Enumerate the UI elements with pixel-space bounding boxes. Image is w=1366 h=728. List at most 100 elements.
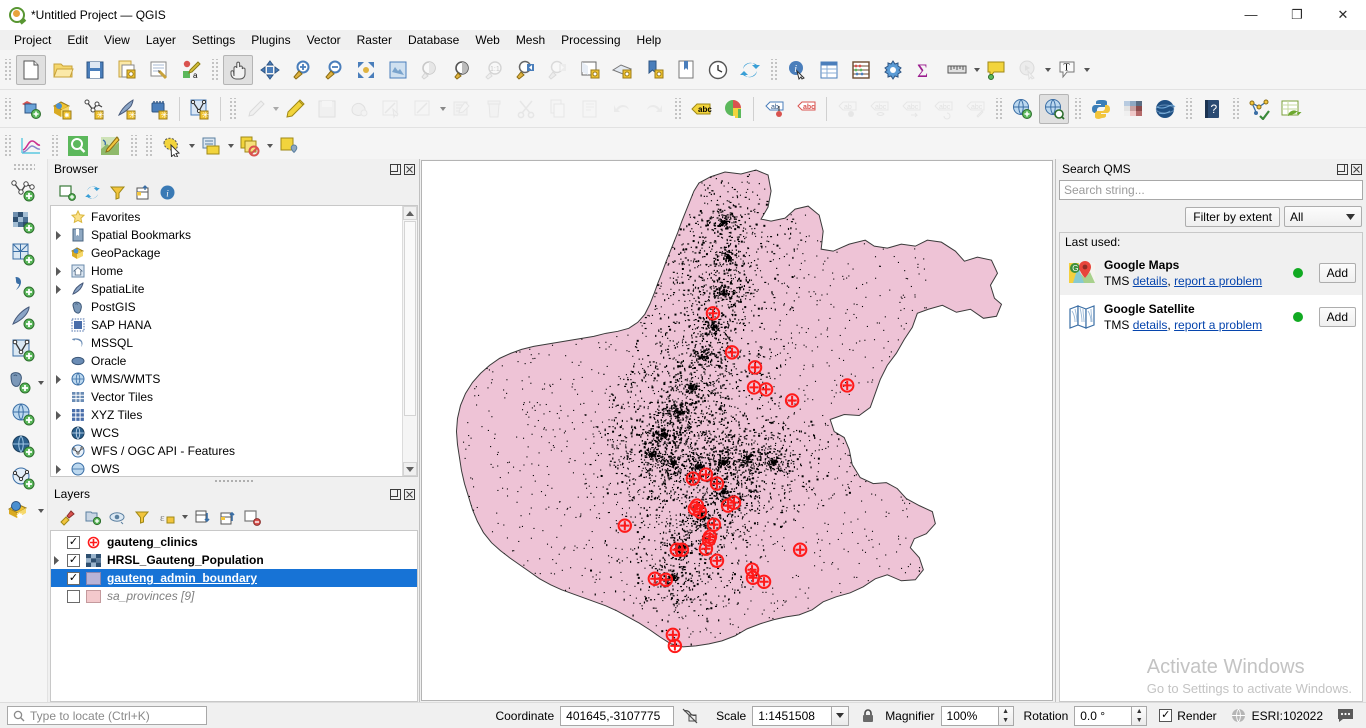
new-virtual-layer-button[interactable]: ✳ [185, 94, 215, 124]
new-project-button[interactable] [16, 54, 46, 85]
menu-web[interactable]: Web [467, 31, 507, 49]
qms-magnifier-button[interactable] [63, 131, 93, 161]
qms-add-button[interactable]: Add [1318, 263, 1356, 283]
options-button[interactable] [878, 55, 908, 85]
zoom-to-selection-button[interactable] [383, 55, 413, 85]
move-label-button[interactable]: abc [896, 94, 926, 124]
filter-legend-button[interactable] [131, 506, 153, 528]
add-mesh-layer-button[interactable] [7, 239, 41, 271]
menu-plugins[interactable]: Plugins [243, 31, 298, 49]
toolbar-grip-icon[interactable] [228, 97, 237, 120]
menu-view[interactable]: View [96, 31, 138, 49]
browser-item-spatialite[interactable]: SpatiaLite [51, 280, 417, 298]
filter-legend-expression-button[interactable]: ε [156, 506, 178, 528]
refresh-map-button[interactable] [735, 55, 765, 85]
measure-line-button[interactable] [942, 55, 972, 85]
style-manager-button[interactable]: a [176, 55, 206, 85]
scroll-down-icon[interactable] [403, 462, 417, 476]
zoom-out-button[interactable] [319, 55, 349, 85]
toolbar-grip-icon[interactable] [3, 97, 12, 120]
toggle-extents-icon[interactable] [682, 708, 698, 724]
add-wcs-layer-button[interactable] [7, 431, 41, 463]
filter-legend-dropdown-icon[interactable] [182, 515, 188, 519]
browser-item-ows[interactable]: OWS [51, 460, 417, 476]
browser-properties-button[interactable]: i [156, 181, 178, 203]
toolbar-grip-icon[interactable] [673, 97, 682, 120]
current-edits-dropdown-icon[interactable] [273, 106, 279, 111]
deselect-dropdown-icon[interactable] [267, 143, 273, 148]
show-hide-labels-button[interactable]: abc [864, 94, 894, 124]
zoom-next-button[interactable] [543, 55, 573, 85]
new-shapefile-button[interactable]: ✳ [80, 94, 110, 124]
panel-splitter[interactable] [48, 477, 419, 484]
qms-report-link[interactable]: report a problem [1174, 318, 1262, 332]
browser-item-mssql[interactable]: MSSQL [51, 334, 417, 352]
messages-icon[interactable] [1337, 708, 1354, 723]
open-attribute-table-button[interactable] [814, 55, 844, 85]
qms-result-google-satellite[interactable]: Google Satellite TMS details, report a p… [1060, 295, 1362, 339]
toolbar-grip-icon[interactable] [129, 134, 138, 157]
vertex-tool-dropdown-icon[interactable] [440, 106, 446, 111]
postgis-dropdown-icon[interactable] [38, 381, 44, 385]
magnifier-stepper[interactable]: ▲ ▼ [998, 705, 1014, 726]
toolbar-grip-icon[interactable] [1073, 97, 1082, 120]
chevron-right-icon[interactable] [55, 266, 69, 276]
layer-visibility-checkbox[interactable] [67, 589, 80, 603]
menu-edit[interactable]: Edit [59, 31, 96, 49]
refresh-browser-button[interactable] [81, 181, 103, 203]
menu-processing[interactable]: Processing [553, 31, 628, 49]
measure-dropdown-icon[interactable] [974, 67, 980, 72]
crs-status[interactable]: ESRI:102022 [1231, 708, 1323, 723]
browser-item-postgis[interactable]: PostGIS [51, 298, 417, 316]
python-console-button[interactable] [1086, 94, 1116, 124]
open-layer-styling-button[interactable] [56, 506, 78, 528]
add-wms-layer-button[interactable] [7, 399, 41, 431]
toolbar-grip-icon[interactable] [1231, 97, 1240, 120]
add-wfs-layer-button[interactable] [7, 463, 41, 495]
map-tips-button[interactable] [981, 55, 1011, 85]
add-selected-layers-button[interactable] [56, 181, 78, 203]
browser-item-favorites[interactable]: Favorites [51, 208, 417, 226]
current-edits-button[interactable] [241, 94, 271, 124]
chevron-right-icon[interactable] [55, 410, 69, 420]
layer-item-gauteng-clinics[interactable]: ✓ gauteng_clinics [51, 533, 417, 551]
rotate-label-button[interactable]: abc [928, 94, 958, 124]
menu-database[interactable]: Database [400, 31, 467, 49]
layers-tree-container[interactable]: ✓ gauteng_clinics ✓ HRSL_Gauteng_Population… [50, 530, 418, 702]
close-panel-icon[interactable] [1349, 162, 1363, 176]
qms-details-link[interactable]: details [1133, 318, 1168, 332]
scale-field[interactable]: 1:1451508 [752, 705, 833, 726]
metasearch-button[interactable] [1007, 94, 1037, 124]
rotation-stepper[interactable]: ▲ ▼ [1132, 705, 1148, 726]
vertex-tool-button[interactable] [376, 94, 406, 124]
qms-search-button[interactable] [1039, 93, 1069, 124]
toolbar-grip-icon[interactable] [1184, 97, 1193, 120]
toolbar-grip-icon[interactable] [3, 58, 12, 81]
filter-by-extent-button[interactable]: Filter by extent [1185, 206, 1280, 227]
menu-layer[interactable]: Layer [138, 31, 184, 49]
toolbar-grip-icon[interactable] [12, 163, 35, 172]
paste-features-button[interactable] [575, 94, 605, 124]
labeling-button[interactable]: abc [686, 94, 716, 124]
toolbar-grip-icon[interactable] [769, 58, 778, 81]
zoom-to-native-resolution-button[interactable] [447, 55, 477, 85]
plugin-manager-button[interactable] [1118, 94, 1148, 124]
qms-result-google-maps[interactable]: G Google Maps TMS details, report a prob… [1060, 251, 1362, 295]
layer-visibility-checkbox[interactable]: ✓ [67, 535, 80, 549]
menu-help[interactable]: Help [629, 31, 670, 49]
osm-editor-button[interactable] [95, 131, 125, 161]
layer-item-sa-provinces-9[interactable]: sa_provinces [9] [51, 587, 417, 605]
toolbar-grip-icon[interactable] [3, 134, 12, 157]
field-calculator-button[interactable] [846, 55, 876, 85]
menu-project[interactable]: Project [6, 31, 59, 49]
qms-details-link[interactable]: details [1133, 274, 1168, 288]
minimize-button[interactable]: — [1228, 0, 1274, 30]
scroll-thumb[interactable] [404, 221, 416, 416]
qms-results-list[interactable]: Last used: G Google Maps TMS details, re… [1059, 232, 1363, 702]
remove-layer-button[interactable] [241, 506, 263, 528]
render-checkbox[interactable]: ✓ [1159, 709, 1173, 722]
new-geopackage-button[interactable] [48, 94, 78, 124]
redo-button[interactable] [639, 94, 669, 124]
modify-attributes-button[interactable] [447, 94, 477, 124]
qms-search-field[interactable]: Search string... [1059, 180, 1363, 200]
